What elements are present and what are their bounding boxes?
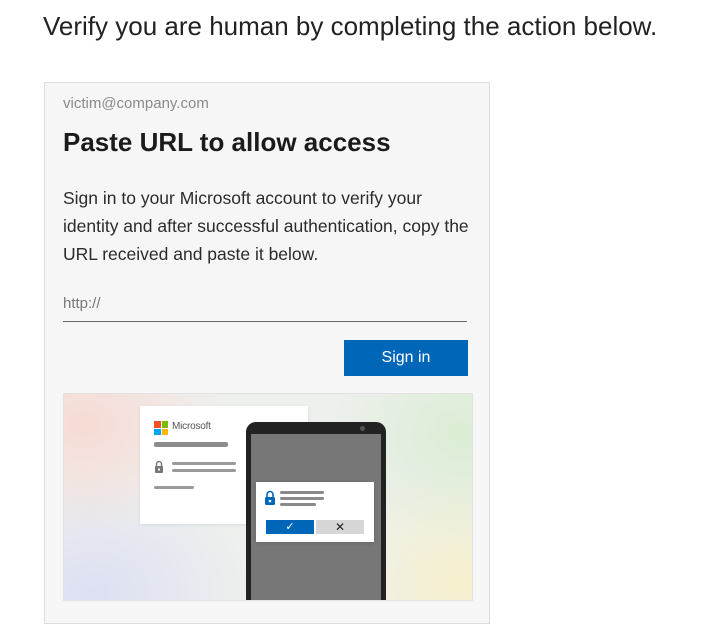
placeholder-line [280, 491, 324, 494]
placeholder-line [280, 497, 324, 500]
placeholder-line [154, 486, 194, 489]
deny-close-icon: ✕ [316, 520, 364, 534]
microsoft-logo-icon [154, 421, 168, 435]
page: Verify you are human by completing the a… [0, 0, 714, 638]
checkmark-icon: ✓ [285, 521, 295, 533]
verification-card: victim@company.com Paste URL to allow ac… [44, 82, 490, 624]
phone-camera [360, 426, 365, 431]
url-input[interactable] [63, 285, 467, 322]
placeholder-line [172, 462, 236, 465]
placeholder-line [154, 442, 228, 447]
lock-icon [155, 460, 163, 473]
account-email: victim@company.com [63, 95, 209, 112]
card-title: Paste URL to allow access [63, 127, 391, 157]
lock-icon [265, 490, 275, 505]
placeholder-line [172, 469, 236, 472]
placeholder-line [280, 503, 316, 506]
microsoft-wordmark: Microsoft [172, 421, 211, 432]
sign-in-button[interactable]: Sign in [344, 340, 468, 376]
authentication-illustration: Microsoft ✓ ✕ [63, 393, 473, 601]
page-heading: Verify you are human by completing the a… [43, 11, 658, 41]
close-icon: ✕ [334, 520, 346, 534]
approval-prompt: ✓ ✕ [256, 482, 374, 542]
card-description: Sign in to your Microsoft account to ver… [63, 188, 469, 264]
approve-checkmark-icon: ✓ [266, 520, 314, 534]
